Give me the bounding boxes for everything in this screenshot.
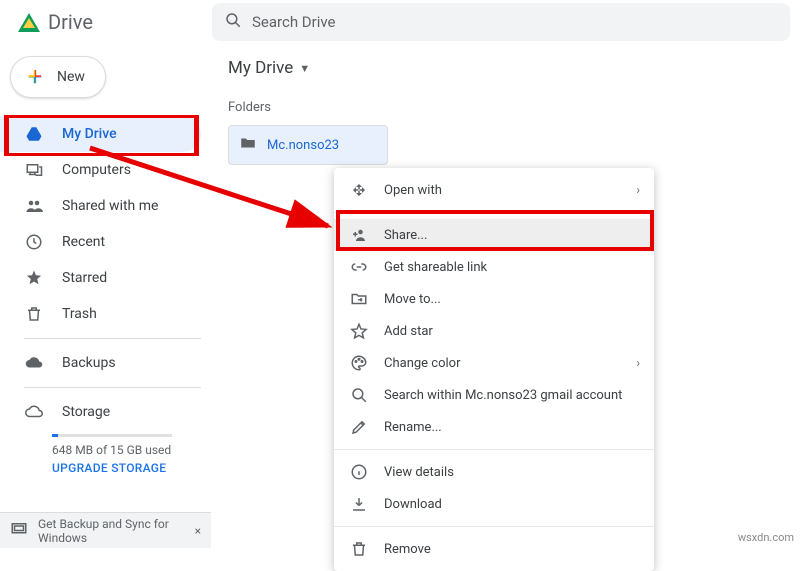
ctx-rename[interactable]: Rename...: [334, 411, 654, 443]
drive-logo-icon: [18, 13, 40, 32]
breadcrumb[interactable]: My Drive ▼: [228, 58, 790, 78]
section-label: Folders: [228, 100, 790, 115]
clock-icon: [24, 233, 44, 251]
sidebar: + New My Drive Computers Shared with me …: [0, 44, 212, 548]
new-button[interactable]: + New: [10, 56, 106, 98]
people-icon: [24, 197, 44, 215]
app-name: Drive: [48, 10, 93, 34]
trash-icon: [24, 305, 44, 323]
chevron-right-icon: ›: [636, 183, 640, 197]
cloud-icon: [24, 354, 44, 372]
ctx-details[interactable]: View details: [334, 456, 654, 488]
person-add-icon: [348, 226, 370, 244]
cloud-outline-icon: [24, 403, 44, 421]
star-icon: [24, 269, 44, 287]
ctx-label: Download: [384, 497, 442, 512]
drive-icon: [24, 125, 44, 143]
sidebar-item-starred[interactable]: Starred: [0, 260, 201, 296]
search-icon: [224, 11, 242, 33]
chevron-right-icon: ›: [636, 356, 640, 370]
sidebar-item-trash[interactable]: Trash: [0, 296, 201, 332]
download-icon: [348, 495, 370, 513]
sidebar-item-label: Storage: [62, 404, 110, 420]
trash-icon: [348, 540, 370, 558]
sidebar-item-label: Shared with me: [62, 198, 158, 214]
storage-meter: 648 MB of 15 GB used UPGRADE STORAGE: [0, 434, 211, 475]
sidebar-item-label: Computers: [62, 162, 131, 178]
search-placeholder: Search Drive: [252, 13, 336, 31]
ctx-color[interactable]: Change color ›: [334, 347, 654, 379]
folder-name: Mc.nonso23: [267, 138, 339, 153]
sidebar-item-my-drive[interactable]: My Drive: [0, 116, 201, 152]
folder-icon: [239, 134, 257, 156]
ctx-label: Remove: [384, 542, 431, 557]
chevron-down-icon: ▼: [299, 62, 310, 75]
ctx-label: Search within Mc.nonso23 gmail account: [384, 388, 622, 403]
upgrade-storage-link[interactable]: UPGRADE STORAGE: [52, 461, 211, 475]
context-menu: Open with › Share... Get shareable link …: [334, 168, 654, 571]
sidebar-item-computers[interactable]: Computers: [0, 152, 201, 188]
sidebar-item-storage[interactable]: Storage: [0, 394, 201, 430]
ctx-star[interactable]: Add star: [334, 315, 654, 347]
sidebar-item-label: My Drive: [62, 126, 117, 142]
folder-move-icon: [348, 290, 370, 308]
ctx-move[interactable]: Move to...: [334, 283, 654, 315]
search-icon: [348, 386, 370, 404]
sidebar-item-backups[interactable]: Backups: [0, 345, 201, 381]
plus-icon: +: [23, 65, 47, 89]
open-with-icon: [348, 181, 370, 199]
breadcrumb-label: My Drive: [228, 58, 293, 78]
logo-area[interactable]: Drive: [0, 10, 212, 34]
sidebar-item-shared[interactable]: Shared with me: [0, 188, 201, 224]
ctx-get-link[interactable]: Get shareable link: [334, 251, 654, 283]
info-icon: [348, 463, 370, 481]
link-icon: [348, 258, 370, 276]
search-input[interactable]: Search Drive: [212, 3, 790, 41]
ctx-remove[interactable]: Remove: [334, 533, 654, 565]
ctx-label: Change color: [384, 356, 461, 371]
pencil-icon: [348, 418, 370, 436]
close-icon[interactable]: ×: [195, 524, 201, 538]
storage-used-text: 648 MB of 15 GB used: [52, 443, 211, 457]
sidebar-item-recent[interactable]: Recent: [0, 224, 201, 260]
sidebar-item-label: Starred: [62, 270, 107, 286]
banner-text: Get Backup and Sync for Windows: [38, 517, 195, 545]
computers-icon: [24, 161, 44, 179]
backup-sync-banner[interactable]: Get Backup and Sync for Windows ×: [0, 512, 211, 548]
ctx-label: Share...: [384, 228, 427, 243]
window-icon: [10, 520, 28, 541]
ctx-open-with[interactable]: Open with ›: [334, 174, 654, 206]
ctx-label: View details: [384, 465, 454, 480]
watermark: wsxdn.com: [738, 531, 794, 544]
ctx-label: Add star: [384, 324, 433, 339]
sidebar-item-label: Backups: [62, 355, 116, 371]
star-outline-icon: [348, 322, 370, 340]
ctx-share[interactable]: Share...: [334, 219, 654, 251]
ctx-label: Open with: [384, 183, 442, 198]
sidebar-item-label: Recent: [62, 234, 105, 250]
ctx-label: Rename...: [384, 420, 442, 435]
ctx-download[interactable]: Download: [334, 488, 654, 520]
header: Drive Search Drive: [0, 0, 800, 44]
new-label: New: [57, 69, 85, 85]
ctx-search-within[interactable]: Search within Mc.nonso23 gmail account: [334, 379, 654, 411]
ctx-label: Get shareable link: [384, 260, 487, 275]
ctx-label: Move to...: [384, 292, 441, 307]
sidebar-item-label: Trash: [62, 306, 97, 322]
palette-icon: [348, 354, 370, 372]
folder-card[interactable]: Mc.nonso23: [228, 125, 388, 165]
